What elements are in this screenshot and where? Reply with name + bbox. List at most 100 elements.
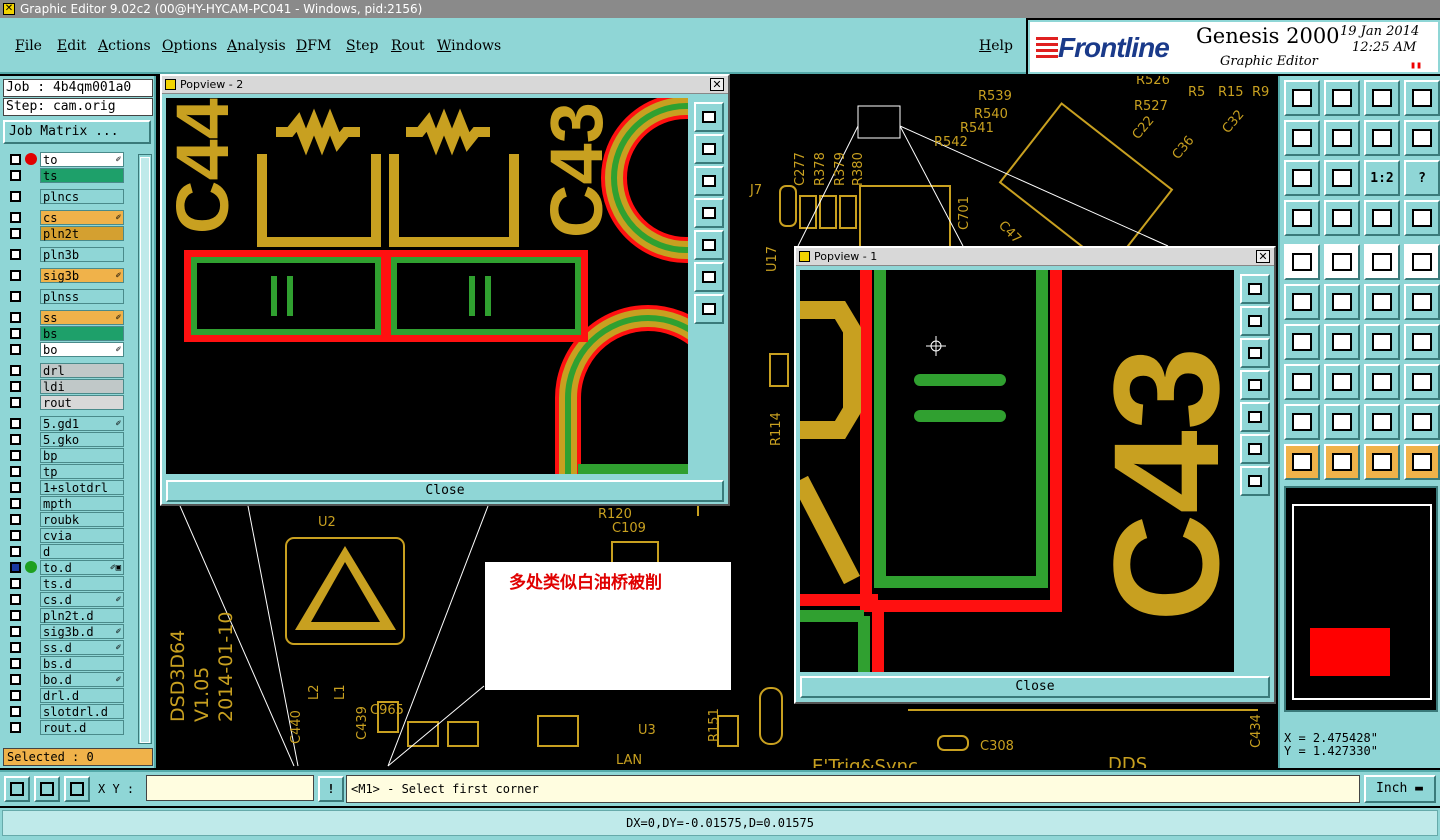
popview-2-view[interactable]: C44 C43 <box>166 98 688 474</box>
connect-tool-button[interactable] <box>1364 284 1400 320</box>
layer-affected-checkbox[interactable] <box>10 690 21 701</box>
menu-dfm[interactable]: DFM <box>296 38 331 54</box>
triangle-tool-button[interactable] <box>1284 404 1320 440</box>
layer-affected-checkbox[interactable] <box>10 291 21 302</box>
menu-windows[interactable]: Windows <box>437 38 501 54</box>
zoom-in-button[interactable] <box>1240 434 1270 464</box>
pan-up-button[interactable] <box>1240 306 1270 336</box>
layer-affected-checkbox[interactable] <box>10 381 21 392</box>
layer-name[interactable]: rout.d <box>40 720 124 735</box>
layer-name[interactable]: bp <box>40 448 124 463</box>
app-icon[interactable]: ✕ <box>3 3 15 15</box>
layer-affected-checkbox[interactable] <box>10 706 21 717</box>
menu-help[interactable]: Help <box>979 38 1013 54</box>
pan-left-button[interactable] <box>694 198 724 228</box>
menu-analysis[interactable]: Analysis <box>227 38 286 54</box>
popview-1-close-button[interactable]: Close <box>800 676 1270 698</box>
grid-button[interactable] <box>1324 200 1360 236</box>
layer-display-indicator[interactable] <box>25 153 37 165</box>
layer-affected-checkbox[interactable] <box>10 365 21 376</box>
home-view-button[interactable] <box>1364 80 1400 116</box>
layer-affected-checkbox[interactable] <box>10 418 21 429</box>
xy-input[interactable] <box>146 775 314 801</box>
layer-row[interactable]: roubk <box>4 512 126 527</box>
select-tool-button[interactable] <box>1284 444 1320 480</box>
layer-name[interactable]: ss.d ✐ <box>40 640 124 655</box>
measure-tool-button[interactable] <box>1324 364 1360 400</box>
triangle-fill-button[interactable] <box>1364 404 1400 440</box>
layer-affected-checkbox[interactable] <box>10 674 21 685</box>
layer-row[interactable]: cs.d ✐ <box>4 592 126 607</box>
layer-name[interactable]: plncs <box>40 189 124 204</box>
select-box-button[interactable] <box>1324 444 1360 480</box>
pad-tool-button[interactable] <box>1284 244 1320 280</box>
popview-1-view[interactable]: C43 <box>800 270 1234 672</box>
layer-name[interactable]: drl.d <box>40 688 124 703</box>
zoom-up-button[interactable] <box>1284 80 1320 116</box>
layer-row[interactable]: drl.d <box>4 688 126 703</box>
pan-down-button[interactable] <box>1240 338 1270 368</box>
split-view-button[interactable] <box>1404 80 1440 116</box>
layer-row[interactable]: rout <box>4 395 126 410</box>
layer-name[interactable]: pln2t.d <box>40 608 124 623</box>
layer-name[interactable]: plnss <box>40 289 124 304</box>
delete-tool-button[interactable] <box>1324 284 1360 320</box>
menu-step[interactable]: Step <box>346 38 378 54</box>
layer-affected-checkbox[interactable] <box>10 154 21 165</box>
help-button[interactable]: ? <box>1404 160 1440 196</box>
tools-button[interactable] <box>1284 200 1320 236</box>
line-tool-button[interactable] <box>1324 324 1360 360</box>
layer-affected-checkbox[interactable] <box>10 312 21 323</box>
layer-affected-checkbox[interactable] <box>10 658 21 669</box>
layer-affected-checkbox[interactable] <box>10 228 21 239</box>
snap-tool-button[interactable] <box>1284 364 1320 400</box>
layer-row[interactable]: ldi <box>4 379 126 394</box>
layer-affected-checkbox[interactable] <box>10 450 21 461</box>
layer-row[interactable]: pln2t <box>4 226 126 241</box>
redraw-button[interactable] <box>1364 120 1400 156</box>
layer-affected-checkbox[interactable] <box>10 397 21 408</box>
component-tool-button[interactable] <box>1404 364 1440 400</box>
switch-view-button[interactable] <box>1404 120 1440 156</box>
layer-row[interactable]: d <box>4 544 126 559</box>
zoom-fit-button[interactable] <box>1284 160 1320 196</box>
layer-affected-checkbox[interactable] <box>10 610 21 621</box>
layer-affected-checkbox[interactable] <box>10 170 21 181</box>
layer-row[interactable]: ss ✐ <box>4 310 126 325</box>
angle-tool-button[interactable] <box>1284 324 1320 360</box>
layer-row[interactable]: pln3b <box>4 247 126 262</box>
layer-name[interactable]: mpth <box>40 496 124 511</box>
popview-1-close-icon[interactable]: ✕ <box>1256 250 1270 263</box>
layer-row[interactable]: sig3b.d ✐ <box>4 624 126 639</box>
layer-affected-checkbox[interactable] <box>10 530 21 541</box>
text-tool-button[interactable] <box>1404 324 1440 360</box>
menu-options[interactable]: Options <box>162 38 217 54</box>
zoom-home-button[interactable] <box>694 102 724 132</box>
layer-row[interactable]: sig3b ✐ <box>4 268 126 283</box>
grid-mode-button[interactable] <box>64 776 90 802</box>
layer-name[interactable]: 1+slotdrl <box>40 480 124 495</box>
layer-affected-checkbox[interactable] <box>10 434 21 445</box>
layer-name[interactable]: ts.d <box>40 576 124 591</box>
layer-row[interactable]: ss.d ✐ <box>4 640 126 655</box>
layer-affected-checkbox[interactable] <box>10 328 21 339</box>
layer-row[interactable]: to ✐ <box>4 152 126 167</box>
layer-name[interactable]: rout <box>40 395 124 410</box>
job-matrix-button[interactable]: Job Matrix ... <box>3 120 151 144</box>
layer-affected-checkbox[interactable] <box>10 249 21 260</box>
menu-edit[interactable]: Edit <box>57 38 86 54</box>
layer-row[interactable]: 5.gd1 ✐ <box>4 416 126 431</box>
current-view-rect[interactable] <box>1310 628 1390 676</box>
layer-name[interactable]: 5.gd1 ✐ <box>40 416 124 431</box>
layer-name[interactable]: ldi <box>40 379 124 394</box>
layer-name[interactable]: bs <box>40 326 124 341</box>
layer-affected-checkbox[interactable] <box>10 498 21 509</box>
layer-affected-checkbox[interactable] <box>10 344 21 355</box>
layer-list-scrollbar[interactable] <box>138 154 152 744</box>
pan-left-button[interactable] <box>1284 120 1320 156</box>
pan-right-button[interactable] <box>1240 402 1270 432</box>
popview-2-titlebar[interactable]: Popview - 2 ✕ <box>162 76 728 94</box>
triangle-measure-button[interactable] <box>1404 404 1440 440</box>
layer-affected-checkbox[interactable] <box>10 212 21 223</box>
layer-name[interactable]: slotdrl.d <box>40 704 124 719</box>
